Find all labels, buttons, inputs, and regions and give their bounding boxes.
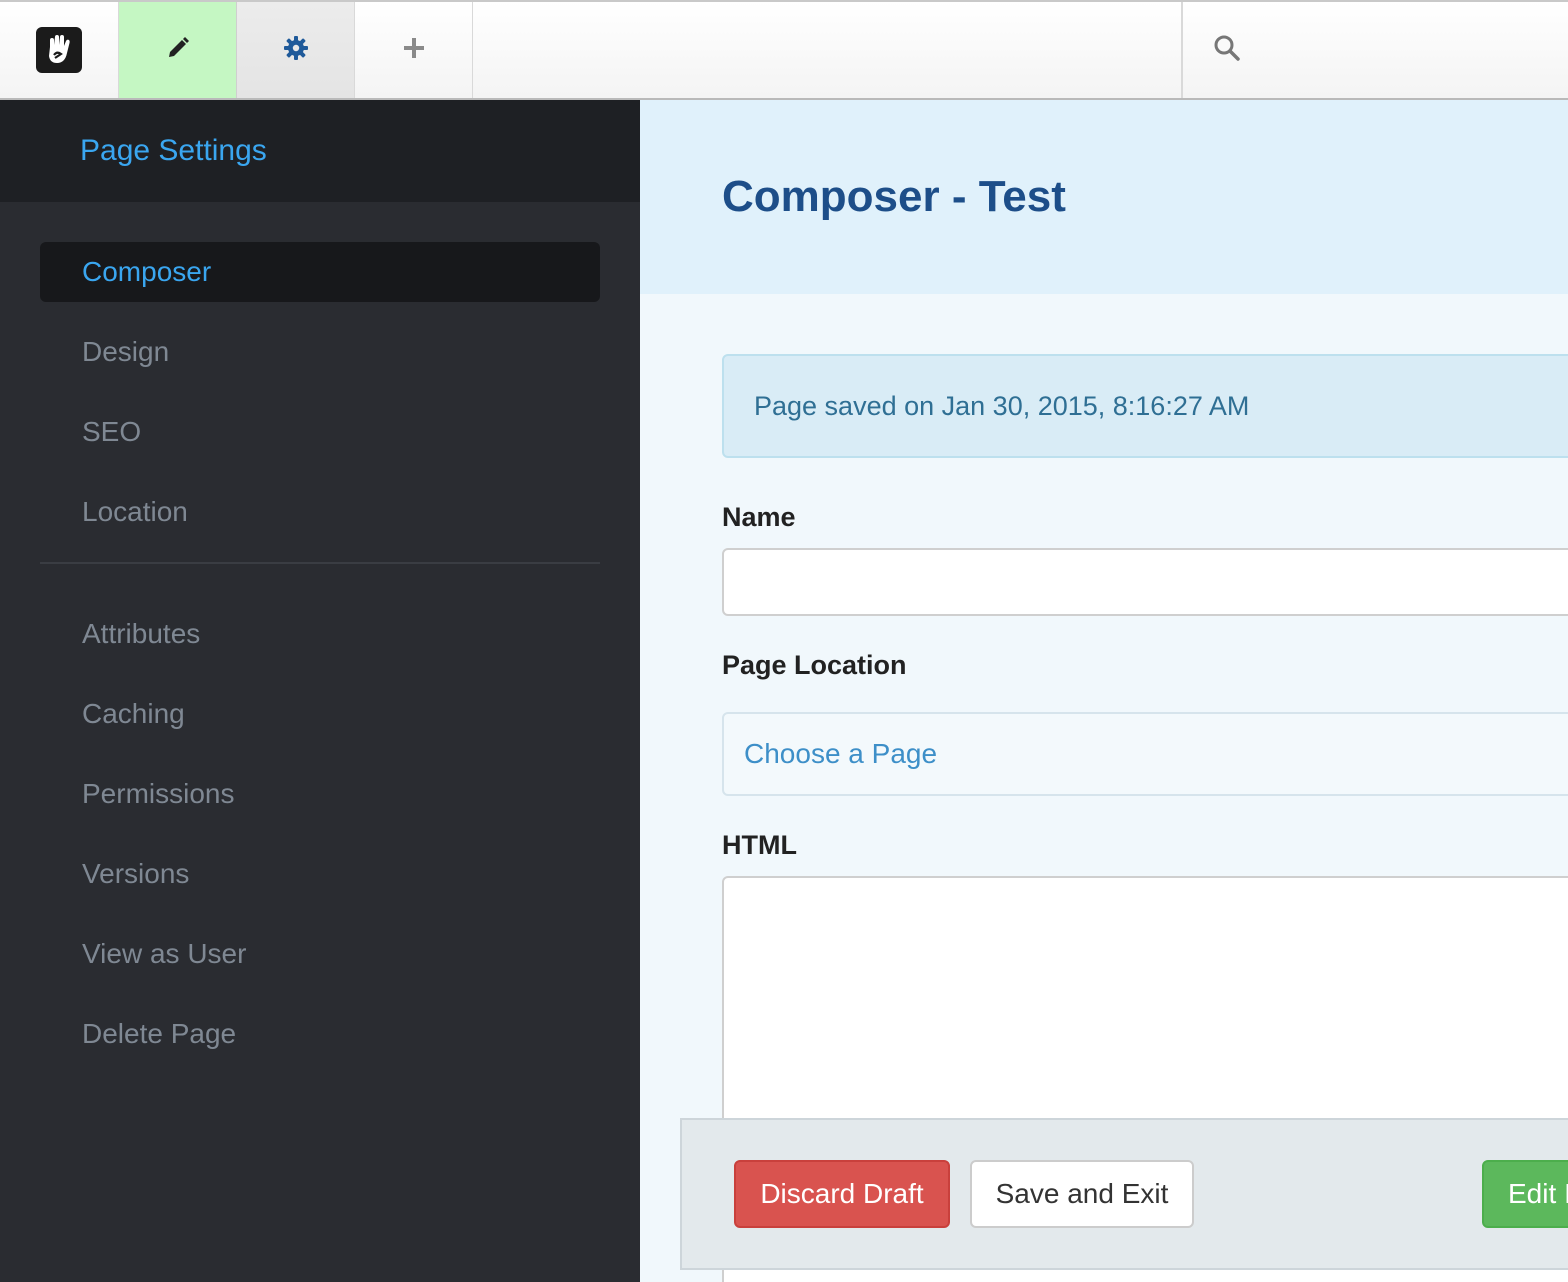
plus-icon [402, 36, 426, 65]
name-field[interactable] [722, 548, 1568, 616]
concrete5-hand-logo-icon [36, 27, 82, 73]
page-settings-sidebar: Page Settings Composer Design SEO Locati… [0, 100, 640, 1282]
toolbar-spacer [473, 2, 1182, 98]
sidebar-header: Page Settings [0, 100, 640, 202]
sidebar-item-versions[interactable]: Versions [40, 844, 600, 904]
composer-panel: Composer - Test Page saved on Jan 30, 20… [640, 100, 1568, 1282]
panel-header: Composer - Test [640, 100, 1568, 294]
sidebar-item-caching[interactable]: Caching [40, 684, 600, 744]
sidebar-item-design[interactable]: Design [40, 322, 600, 382]
gear-icon [283, 35, 309, 66]
discard-draft-button[interactable]: Discard Draft [734, 1160, 950, 1228]
add-content-button[interactable] [355, 2, 473, 98]
save-and-exit-button[interactable]: Save and Exit [970, 1160, 1194, 1228]
save-status-alert: Page saved on Jan 30, 2015, 8:16:27 AM [722, 354, 1568, 458]
page-title: Composer - Test [722, 172, 1066, 221]
page-location-label: Page Location [722, 650, 907, 680]
sidebar-divider [40, 562, 600, 564]
sidebar-item-composer[interactable]: Composer [40, 242, 600, 302]
logo-button[interactable] [0, 2, 119, 98]
composer-action-bar: Discard Draft Save and Exit Edit I [680, 1118, 1568, 1270]
top-toolbar [0, 0, 1568, 100]
name-label: Name [722, 502, 796, 532]
sidebar-item-location[interactable]: Location [40, 482, 600, 542]
edit-mode-button[interactable] [119, 2, 237, 98]
sidebar-title: Page Settings [80, 134, 267, 167]
sidebar-item-permissions[interactable]: Permissions [40, 764, 600, 824]
choose-page-link[interactable]: Choose a Page [722, 712, 1568, 796]
pencil-icon [165, 35, 191, 66]
sidebar-item-delete-page[interactable]: Delete Page [40, 1004, 600, 1064]
search-icon [1213, 34, 1241, 67]
search-button[interactable] [1182, 2, 1568, 98]
edit-mode-action-button[interactable]: Edit I [1482, 1160, 1568, 1228]
page-settings-button[interactable] [237, 2, 355, 98]
html-label: HTML [722, 830, 797, 860]
sidebar-item-attributes[interactable]: Attributes [40, 604, 600, 664]
sidebar-item-seo[interactable]: SEO [40, 402, 600, 462]
sidebar-item-view-as-user[interactable]: View as User [40, 924, 600, 984]
sidebar-nav: Composer Design SEO Location Attributes … [0, 202, 640, 1064]
